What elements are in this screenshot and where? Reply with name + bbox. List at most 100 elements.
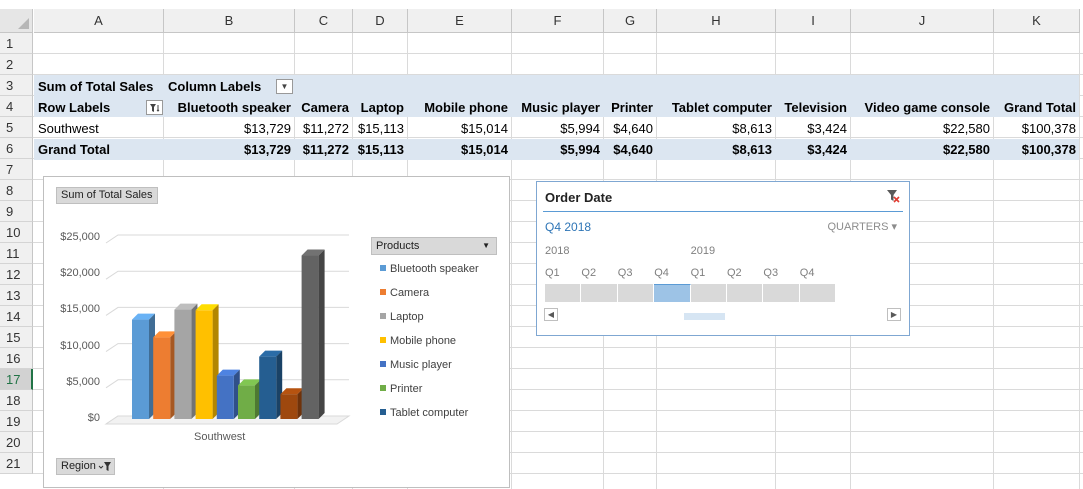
timeline-period-tile[interactable] bbox=[690, 284, 727, 302]
pivot-column-header[interactable]: Music player bbox=[512, 97, 604, 118]
timeline-scroll-left-button[interactable]: ◀ bbox=[544, 308, 558, 321]
column-header-f[interactable]: F bbox=[512, 9, 604, 33]
legend-item[interactable]: Music player bbox=[380, 359, 452, 371]
legend-item[interactable]: Bluetooth speaker bbox=[380, 263, 479, 275]
row-header-2[interactable]: 2 bbox=[0, 54, 33, 75]
timeline-period-tile[interactable] bbox=[763, 284, 800, 302]
region-field-button[interactable]: Region bbox=[56, 458, 115, 475]
row-header-16[interactable]: 16 bbox=[0, 348, 33, 369]
row-header-1[interactable]: 1 bbox=[0, 33, 33, 54]
pivot-value-cell[interactable]: $11,272 bbox=[295, 118, 353, 139]
bar-printer bbox=[238, 385, 255, 419]
row-header-7[interactable]: 7 bbox=[0, 159, 33, 180]
column-header-i[interactable]: I bbox=[776, 9, 851, 33]
timeline-period-tile[interactable] bbox=[581, 284, 618, 302]
pivot-column-header[interactable]: Camera bbox=[295, 97, 353, 118]
row-header-21[interactable]: 21 bbox=[0, 453, 33, 474]
pivot-value-cell[interactable]: $100,378 bbox=[994, 118, 1080, 139]
products-field-button[interactable]: Products ▼ bbox=[371, 237, 497, 255]
timeline-period-tile[interactable] bbox=[545, 284, 582, 302]
pivot-total-cell[interactable]: $11,272 bbox=[295, 139, 353, 160]
legend-item[interactable]: Mobile phone bbox=[380, 335, 456, 347]
pivot-column-labels[interactable]: Column Labels bbox=[164, 76, 265, 97]
row-header-9[interactable]: 9 bbox=[0, 201, 33, 222]
pivot-column-header[interactable]: Tablet computer bbox=[657, 97, 776, 118]
pivot-row-label[interactable]: Southwest bbox=[34, 118, 103, 139]
pivot-total-cell[interactable]: $22,580 bbox=[851, 139, 994, 160]
pivot-total-cell[interactable]: $8,613 bbox=[657, 139, 776, 160]
pivot-value-header[interactable]: Sum of Total Sales bbox=[34, 76, 157, 97]
legend-item[interactable]: Camera bbox=[380, 287, 429, 299]
pivot-value-cell[interactable]: $22,580 bbox=[851, 118, 994, 139]
pivot-column-header[interactable]: Mobile phone bbox=[408, 97, 512, 118]
pivot-total-cell[interactable]: $3,424 bbox=[776, 139, 851, 160]
pivot-value-cell[interactable]: $8,613 bbox=[657, 118, 776, 139]
pivot-total-cell[interactable]: $5,994 bbox=[512, 139, 604, 160]
row-header-14[interactable]: 14 bbox=[0, 306, 33, 327]
row-header-3[interactable]: 3 bbox=[0, 75, 33, 96]
pivot-column-header[interactable]: Video game console bbox=[851, 97, 994, 118]
timeline-scroll-right-button[interactable]: ▶ bbox=[887, 308, 901, 321]
pivot-total-cell[interactable]: $4,640 bbox=[604, 139, 657, 160]
pivot-total-cell[interactable]: $15,113 bbox=[353, 139, 408, 160]
timeline-period-tile[interactable] bbox=[799, 284, 837, 302]
column-labels-dropdown[interactable]: ▼ bbox=[276, 79, 293, 94]
row-header-12[interactable]: 12 bbox=[0, 264, 33, 285]
row-header-4[interactable]: 4 bbox=[0, 96, 33, 117]
row-header-6[interactable]: 6 bbox=[0, 138, 33, 159]
timeline-scroll-thumb[interactable] bbox=[684, 313, 725, 320]
row-header-19[interactable]: 19 bbox=[0, 411, 33, 432]
column-header-b[interactable]: B bbox=[164, 9, 295, 33]
timeline-period-tile[interactable] bbox=[727, 284, 764, 302]
column-header-g[interactable]: G bbox=[604, 9, 657, 33]
pivot-value-cell[interactable]: $15,014 bbox=[408, 118, 512, 139]
row-header-17[interactable]: 17 bbox=[0, 369, 33, 390]
pivot-total-cell[interactable]: $100,378 bbox=[994, 139, 1080, 160]
column-header-d[interactable]: D bbox=[353, 9, 408, 33]
column-header-j[interactable]: J bbox=[851, 9, 994, 33]
time-level-dropdown[interactable]: QUARTERS ▾ bbox=[827, 220, 897, 233]
pivot-column-header[interactable]: Television bbox=[776, 97, 851, 118]
bar-side-video-game-console bbox=[318, 249, 325, 419]
order-date-timeline[interactable]: Order Date Q4 2018 QUARTERS ▾ 2018 2019 Q… bbox=[536, 181, 910, 336]
row-header-5[interactable]: 5 bbox=[0, 117, 33, 138]
row-header-8[interactable]: 8 bbox=[0, 180, 33, 201]
pivot-value-cell[interactable]: $3,424 bbox=[776, 118, 851, 139]
column-header-k[interactable]: K bbox=[994, 9, 1080, 33]
column-header-h[interactable]: H bbox=[657, 9, 776, 33]
row-header-18[interactable]: 18 bbox=[0, 390, 33, 411]
clear-filter-icon[interactable] bbox=[885, 188, 901, 204]
row-header-13[interactable]: 13 bbox=[0, 285, 33, 306]
pivot-total-label[interactable]: Grand Total bbox=[34, 139, 114, 160]
column-header-a[interactable]: A bbox=[34, 9, 164, 33]
row-header-10[interactable]: 10 bbox=[0, 222, 33, 243]
legend-item[interactable]: Tablet computer bbox=[380, 407, 468, 419]
pivot-total-cell[interactable]: $13,729 bbox=[164, 139, 295, 160]
row-labels-filter-button[interactable] bbox=[146, 100, 163, 115]
pivot-chart[interactable]: Sum of Total Sales $25,000 $20,000 $15,000… bbox=[43, 176, 510, 488]
pivot-value-cell[interactable]: $15,113 bbox=[353, 118, 408, 139]
pivot-total-cell[interactable]: $15,014 bbox=[408, 139, 512, 160]
column-header-c[interactable]: C bbox=[295, 9, 353, 33]
column-header-e[interactable]: E bbox=[408, 9, 512, 33]
timeline-period-tile[interactable] bbox=[617, 284, 655, 302]
pivot-column-header[interactable]: Grand Total bbox=[994, 97, 1080, 118]
pivot-column-header[interactable]: Printer bbox=[604, 97, 657, 118]
pivot-value-cell[interactable]: $5,994 bbox=[512, 118, 604, 139]
select-all-button[interactable] bbox=[0, 9, 33, 33]
pivot-value-cell[interactable]: $4,640 bbox=[604, 118, 657, 139]
timeline-title: Order Date bbox=[545, 190, 613, 205]
pivot-column-header[interactable]: Laptop bbox=[353, 97, 408, 118]
legend-item[interactable]: Printer bbox=[380, 383, 422, 395]
timeline-divider bbox=[543, 211, 903, 212]
legend-item[interactable]: Laptop bbox=[380, 311, 424, 323]
pivot-column-header[interactable]: Bluetooth speaker bbox=[164, 97, 295, 118]
legend-label: Laptop bbox=[390, 311, 424, 323]
pivot-row-labels[interactable]: Row Labels bbox=[34, 97, 114, 118]
row-header-20[interactable]: 20 bbox=[0, 432, 33, 453]
timeline-period-selected[interactable] bbox=[654, 284, 691, 302]
row-header-15[interactable]: 15 bbox=[0, 327, 33, 348]
timeline-quarter-label: Q4 bbox=[654, 267, 669, 279]
pivot-value-cell[interactable]: $13,729 bbox=[164, 118, 295, 139]
row-header-11[interactable]: 11 bbox=[0, 243, 33, 264]
